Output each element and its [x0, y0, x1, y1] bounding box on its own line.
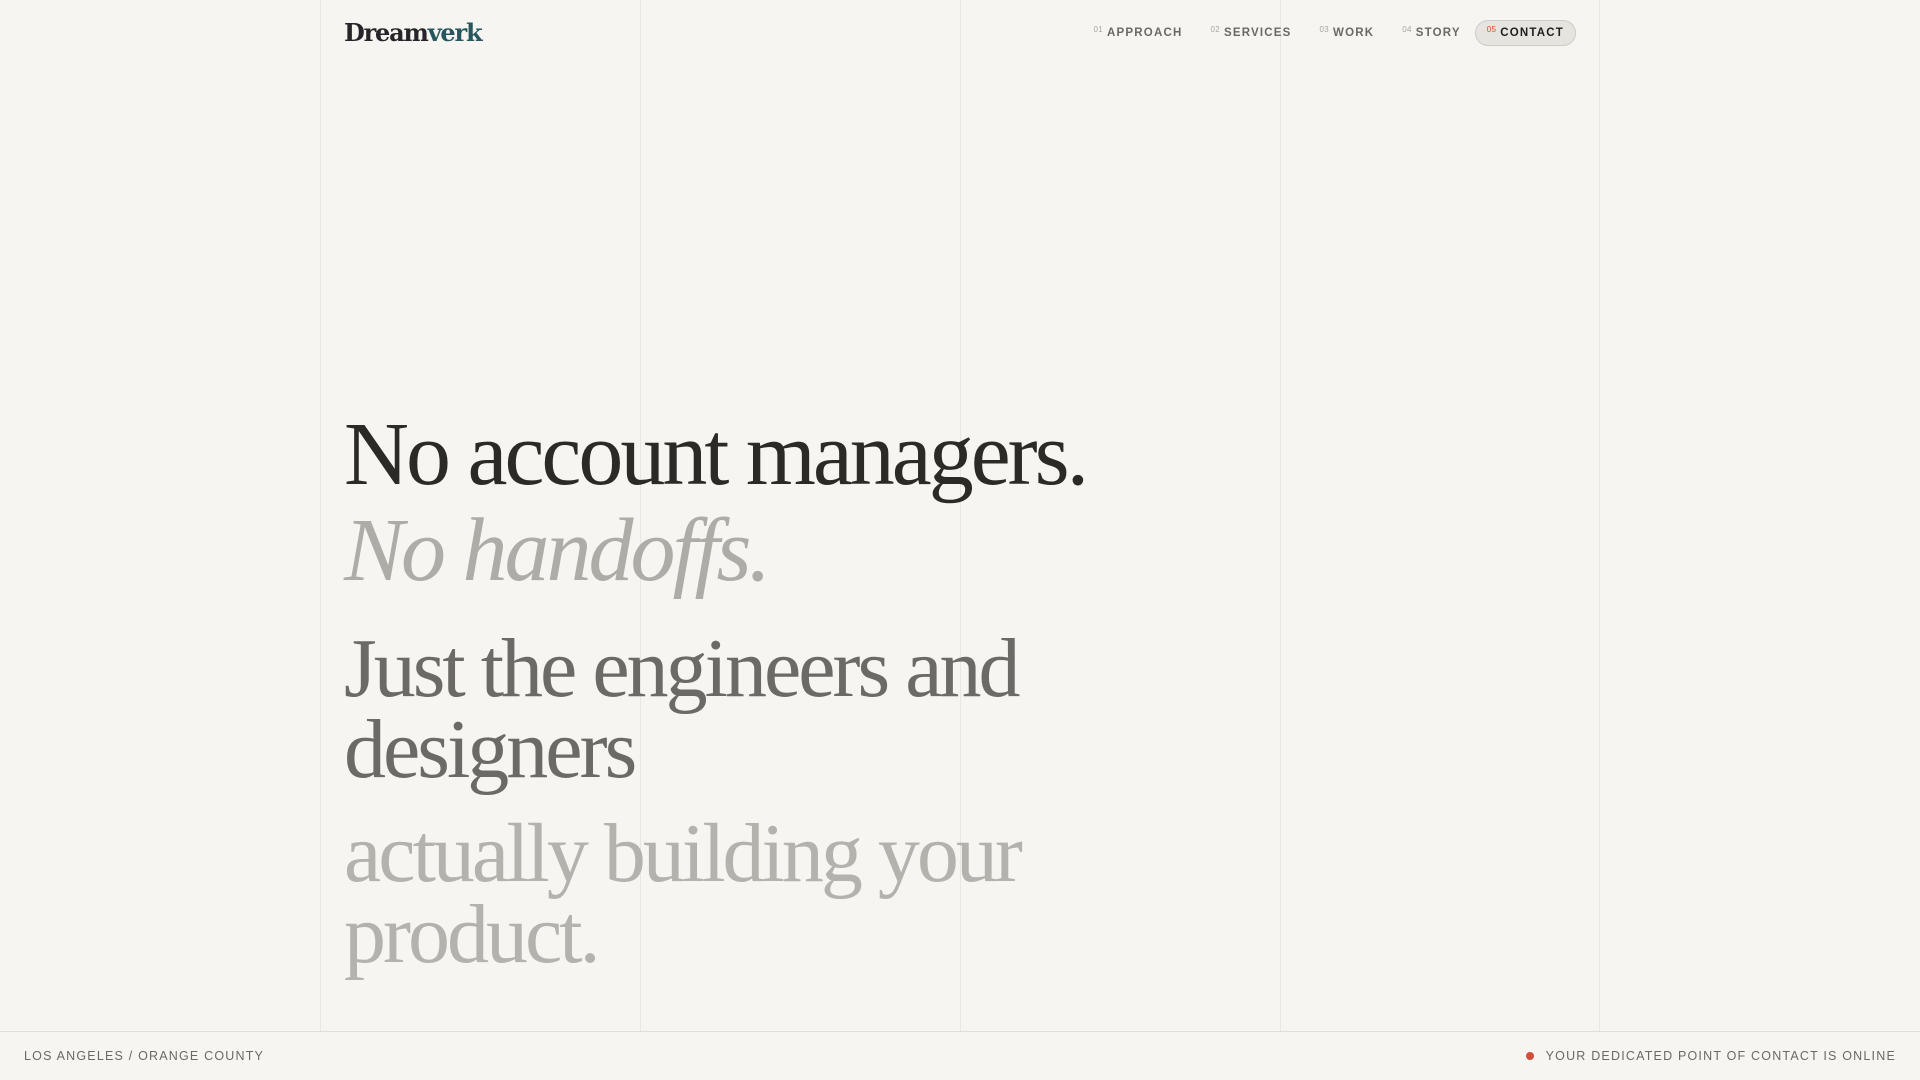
nav-item-label: CONTACT — [1500, 27, 1564, 39]
hero: No account managers. No handoffs. Just t… — [344, 405, 1124, 982]
nav-item-number: 04 — [1402, 25, 1412, 34]
gridline — [1280, 0, 1281, 1032]
hero-subheadline: Just the engineers and designers — [344, 622, 1020, 797]
footer-status-text: YOUR DEDICATED POINT OF CONTACT IS ONLIN… — [1545, 1049, 1896, 1063]
nav-item-label: SERVICES — [1223, 27, 1292, 39]
logo[interactable]: Dreamverk — [344, 18, 483, 47]
nav-item-label: STORY — [1415, 27, 1461, 39]
nav-item-story[interactable]: 04 STORY — [1388, 20, 1474, 46]
hero-headline: No account managers. — [344, 405, 1089, 504]
hero-subheadline-muted: actually building your product. — [344, 806, 1023, 982]
nav-item-number: 05 — [1486, 25, 1497, 34]
nav-item-number: 01 — [1093, 25, 1104, 34]
status-dot-icon — [1525, 1052, 1534, 1060]
hero-headline-italic: No handoffs. — [344, 501, 771, 600]
footer-location: LOS ANGELES / ORANGE COUNTY — [24, 1049, 265, 1063]
nav-item-number: 03 — [1319, 25, 1330, 34]
nav-item-number: 02 — [1210, 25, 1220, 34]
nav-item-work[interactable]: 03 WORK — [1306, 20, 1389, 46]
nav-item-label: APPROACH — [1107, 27, 1183, 39]
nav-item-contact[interactable]: 05 CONTACT — [1474, 20, 1576, 46]
footer-status: YOUR DEDICATED POINT OF CONTACT IS ONLIN… — [1525, 1049, 1896, 1063]
gridline — [1599, 0, 1600, 1032]
nav-item-services[interactable]: 02 SERVICES — [1196, 20, 1305, 46]
nav-item-approach[interactable]: 01 APPROACH — [1080, 20, 1197, 46]
site-header: Dreamverk 01 APPROACH 02 SERVICES 03 WOR… — [0, 0, 1920, 68]
logo-accent: verk — [427, 18, 483, 47]
logo-main: Dream — [344, 18, 429, 47]
nav-item-label: WORK — [1333, 27, 1375, 39]
footer-bar: LOS ANGELES / ORANGE COUNTY YOUR DEDICAT… — [0, 1031, 1920, 1080]
gridline — [320, 0, 321, 1032]
main-nav: 01 APPROACH 02 SERVICES 03 WORK 04 STORY… — [1080, 20, 1576, 46]
